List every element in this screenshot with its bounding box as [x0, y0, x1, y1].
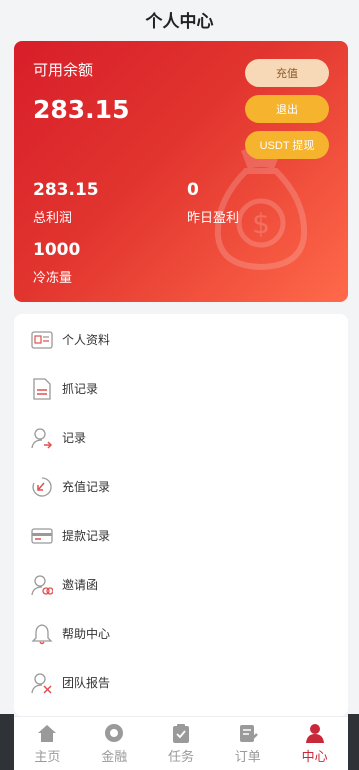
frozen-amount-value: 1000 [33, 240, 81, 260]
tab-label: 任务 [167, 750, 194, 765]
available-balance-value: 283.15 [33, 95, 130, 124]
home-icon [36, 722, 58, 744]
user-arrow-icon [30, 426, 54, 450]
right-edge [348, 714, 359, 770]
yesterday-profit-value: 0 [187, 180, 199, 200]
total-profit-label: 总利润 [33, 211, 73, 226]
tab-label: 中心 [301, 750, 328, 765]
tab-label: 订单 [234, 750, 261, 765]
menu-item-label: 个人资料 [62, 333, 111, 347]
menu-item-label: 帮助中心 [62, 627, 111, 641]
recharge-icon [30, 475, 54, 499]
finance-icon [103, 722, 125, 744]
tab-home[interactable]: 主页 [14, 717, 81, 770]
yesterday-profit-label: 昨日盈利 [187, 211, 240, 226]
menu-item-label: 邀请函 [62, 578, 99, 592]
tab-finance[interactable]: 金融 [81, 717, 148, 770]
menu-item-help-center[interactable]: 帮助中心 [14, 609, 348, 658]
menu-item-withdraw-records[interactable]: 提款记录 [14, 511, 348, 560]
menu-item-team-report[interactable]: 团队报告 [14, 658, 348, 707]
menu-item-invitation[interactable]: 邀请函 [14, 560, 348, 609]
card-icon [30, 524, 54, 548]
total-profit-value: 283.15 [33, 180, 99, 200]
menu-item-recharge-records[interactable]: 充值记录 [14, 462, 348, 511]
id-card-icon [30, 328, 54, 352]
menu-item-label: 充值记录 [62, 480, 111, 494]
frozen-amount-label: 冷冻量 [33, 271, 73, 286]
withdraw-button[interactable]: USDT 提现 [245, 131, 329, 159]
left-edge [0, 714, 14, 770]
menu-item-records[interactable]: 记录 [14, 413, 348, 462]
logout-button[interactable]: 退出 [245, 95, 329, 123]
tab-label: 主页 [34, 750, 61, 765]
profile-icon [304, 722, 326, 744]
balance-card: $ 可用余额 283.15 充值 退出 USDT 提现 283.15 总利润 0… [14, 41, 348, 302]
recharge-button[interactable]: 充值 [245, 59, 329, 87]
bottom-tab-bar: 主页 金融 任务 订单 中心 [14, 716, 348, 770]
menu-item-label: 记录 [62, 431, 87, 445]
menu-item-label: 抓记录 [62, 382, 99, 396]
tab-tasks[interactable]: 任务 [148, 717, 215, 770]
available-balance-label: 可用余额 [33, 61, 94, 79]
page-title: 个人中心 [145, 11, 214, 32]
tab-orders[interactable]: 订单 [214, 717, 281, 770]
order-icon [237, 722, 259, 744]
tab-label: 金融 [101, 750, 128, 765]
menu-item-label: 提款记录 [62, 529, 111, 543]
menu-item-profile[interactable]: 个人资料 [14, 315, 348, 364]
document-icon [30, 377, 54, 401]
clipboard-icon [170, 722, 192, 744]
bell-icon [30, 622, 54, 646]
money-bag-icon: $ [214, 146, 308, 271]
tab-center[interactable]: 中心 [281, 717, 348, 770]
svg-text:$: $ [252, 207, 270, 240]
team-icon [30, 671, 54, 695]
menu-item-label: 团队报告 [62, 676, 111, 690]
page-header: 个人中心 [0, 0, 359, 38]
invite-icon [30, 573, 54, 597]
menu-list: 个人资料 抓记录 记录 充值记录 提款记录 邀请函 帮助中心 团队报告 [14, 314, 348, 716]
menu-item-grab-records[interactable]: 抓记录 [14, 364, 348, 413]
